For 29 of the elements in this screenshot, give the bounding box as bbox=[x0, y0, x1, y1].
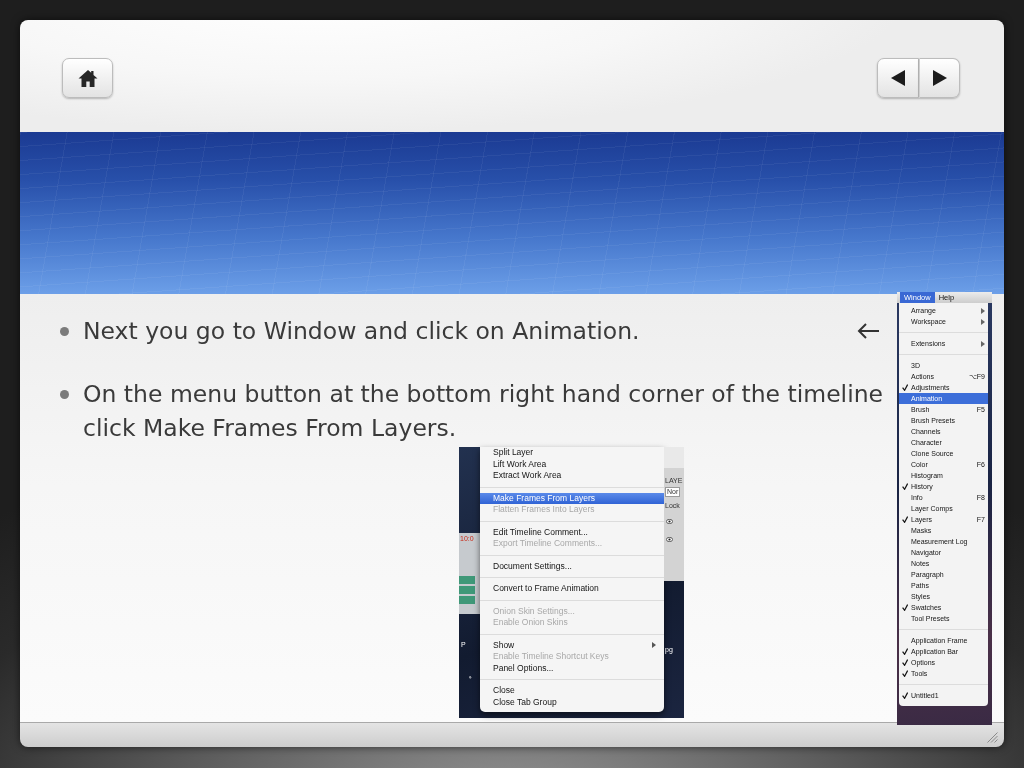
menu-item[interactable]: Show bbox=[480, 639, 664, 651]
timeline-track bbox=[459, 596, 475, 604]
menu-item[interactable]: Extract Work Area bbox=[480, 470, 664, 482]
menu-item[interactable]: Close bbox=[480, 685, 664, 697]
timeline-track bbox=[459, 586, 475, 594]
eye-icon bbox=[666, 519, 673, 524]
resize-grip-icon[interactable] bbox=[987, 732, 998, 743]
timeline-track bbox=[459, 576, 475, 584]
bullet-icon bbox=[60, 327, 69, 336]
menu-item[interactable]: Split Layer bbox=[480, 447, 664, 459]
menu-item[interactable]: Close Tab Group bbox=[480, 696, 664, 708]
home-button[interactable] bbox=[62, 58, 113, 98]
next-button[interactable] bbox=[919, 58, 960, 98]
menu-item[interactable]: Lift Work Area bbox=[480, 458, 664, 470]
menu-item[interactable]: Convert to Frame Animation bbox=[480, 583, 664, 595]
menu-item[interactable]: Make Frames From Layers bbox=[480, 492, 664, 504]
previous-button[interactable] bbox=[877, 58, 919, 98]
right-triangle-icon bbox=[932, 70, 947, 86]
bullet-icon bbox=[60, 390, 69, 399]
submenu-arrow-icon bbox=[981, 340, 985, 347]
menu-item[interactable]: Document Settings... bbox=[480, 560, 664, 572]
menu-item[interactable]: Edit Timeline Comment... bbox=[480, 526, 664, 538]
bullet-text: On the menu button at the bottom right hand corner of the timeline click Make Frames From Layers. bbox=[83, 379, 884, 444]
left-triangle-icon bbox=[891, 70, 905, 86]
eye-icon bbox=[666, 537, 673, 542]
home-icon bbox=[77, 69, 98, 87]
menu-item[interactable]: Panel Options... bbox=[480, 662, 664, 674]
submenu-arrow-icon bbox=[652, 642, 656, 649]
bullet-text: Next you go to Window and click on Animation. bbox=[83, 316, 640, 347]
